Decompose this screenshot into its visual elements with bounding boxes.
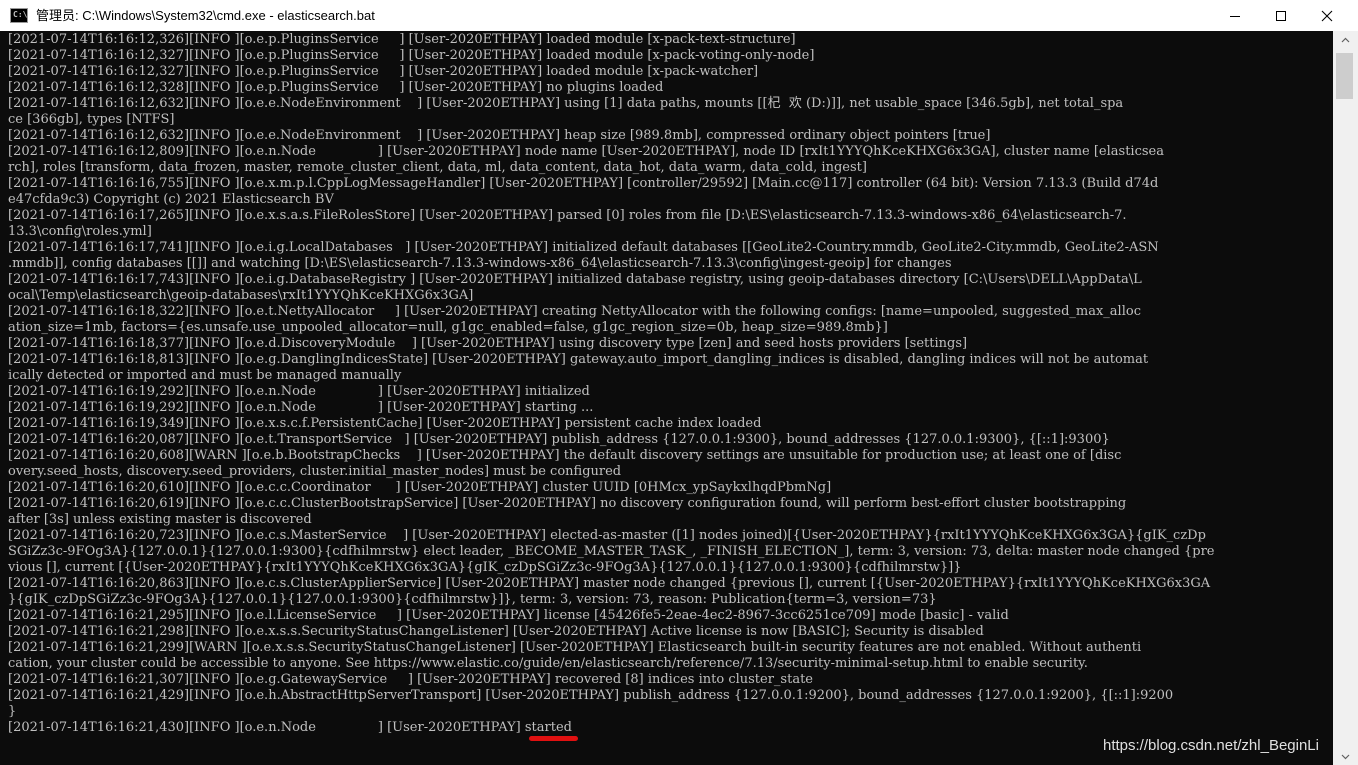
console-line: 13.3\config\roles.yml] [8,224,152,239]
console-line: [2021-07-14T16:16:12,327][INFO ][o.e.p.P… [8,64,759,79]
console-line: [2021-07-14T16:16:18,322][INFO ][o.e.t.N… [8,304,1141,319]
console-line: SGiZz3c-9FOg3A}{127.0.0.1}{127.0.0.1:930… [8,544,1215,559]
console-line: [2021-07-14T16:16:21,429][INFO ][o.e.h.A… [8,688,1174,703]
console-line: [2021-07-14T16:16:19,349][INFO ][o.e.x.s… [8,416,762,431]
chevron-down-icon [1341,754,1350,759]
console-line: ically detected or imported and must be … [8,368,402,383]
console-line: [2021-07-14T16:16:21,307][INFO ][o.e.g.G… [8,672,813,687]
maximize-button[interactable] [1258,0,1304,31]
cmd-app-icon[interactable]: C:\ [10,8,28,23]
chevron-up-icon [1341,37,1350,42]
console-line: [2021-07-14T16:16:21,295][INFO ][o.e.l.L… [8,608,1009,623]
console-line: [2021-07-14T16:16:19,292][INFO ][o.e.n.N… [8,384,590,399]
title-bar[interactable]: C:\ 管理员: C:\Windows\System32\cmd.exe - e… [0,0,1358,31]
console-line: [2021-07-14T16:16:17,741][INFO ][o.e.i.g… [8,240,1159,255]
console-line: [2021-07-14T16:16:18,813][INFO ][o.e.g.D… [8,352,1149,367]
console-line: cation, your cluster could be accessible… [8,656,1088,671]
console-line: ce [366gb], types [NTFS] [8,112,175,127]
console-line: vious [], current [{User-2020ETHPAY}{rxI… [8,560,962,575]
console-line-prefix: [2021-07-14T16:16:21,430][INFO ][o.e.n.N… [8,720,525,735]
console-line: } [8,704,17,719]
maximize-icon [1276,10,1286,21]
watermark: https://blog.csdn.net/zhl_BeginLi [1103,737,1319,754]
console-line: [2021-07-14T16:16:17,743][INFO ][o.e.i.g… [8,272,1142,287]
console-line: [2021-07-14T16:16:12,327][INFO ][o.e.p.P… [8,48,815,63]
close-button[interactable] [1304,0,1350,31]
console-line: [2021-07-14T16:16:20,619][INFO ][o.e.c.c… [8,496,1127,511]
console-line: ation_size=1mb, factors={es.unsafe.use_u… [8,320,888,335]
console-line: overy.seed_hosts, discovery.seed_provide… [8,464,622,479]
minimize-button[interactable] [1212,0,1258,31]
console-line: ocal\Temp\elasticsearch\geoip-databases\… [8,288,474,303]
vertical-scrollbar[interactable] [1333,31,1358,765]
console-line: [2021-07-14T16:16:20,863][INFO ][o.e.c.s… [8,576,1211,591]
console-line: [2021-07-14T16:16:12,809][INFO ][o.e.n.N… [8,144,1164,159]
console-line: [2021-07-14T16:16:20,087][INFO ][o.e.t.T… [8,432,1110,447]
scroll-up-button[interactable] [1333,31,1358,48]
scrollbar-thumb[interactable] [1336,53,1353,99]
console-line: [2021-07-14T16:16:20,608][WARN ][o.e.b.B… [8,448,1122,463]
console-line: [2021-07-14T16:16:12,328][INFO ][o.e.p.P… [8,80,664,95]
window-title: 管理员: C:\Windows\System32\cmd.exe - elast… [36,8,375,23]
console-line: }{gIK_czDpSGiZz3c-9FOg3A}{127.0.0.1}{127… [8,592,937,607]
console-line: .mmdb]], config databases [[]] and watch… [8,256,952,271]
console-line: [2021-07-14T16:16:19,292][INFO ][o.e.n.N… [8,400,594,415]
console-line: [2021-07-14T16:16:17,265][INFO ][o.e.x.s… [8,208,1127,223]
console-line: e47cfda9c3) Copyright (c) 2021 Elasticse… [8,192,334,207]
scroll-down-button[interactable] [1333,748,1358,765]
console-lines: [2021-07-14T16:16:12,326][INFO ][o.e.p.P… [8,32,1215,741]
minimize-icon [1230,15,1240,17]
console-line: [2021-07-14T16:16:21,299][WARN ][o.e.x.s… [8,640,1142,655]
console-line: after [3s] unless existing master is dis… [8,512,312,527]
console-line: [2021-07-14T16:16:16,755][INFO ][o.e.x.m… [8,176,1159,191]
console-line: [2021-07-14T16:16:20,723][INFO ][o.e.c.s… [8,528,1206,543]
close-icon [1321,10,1333,21]
console-line: rch], roles [transform, data_frozen, mas… [8,160,867,175]
console-line: [2021-07-14T16:16:20,610][INFO ][o.e.c.c… [8,480,832,495]
console-output[interactable]: [2021-07-14T16:16:12,326][INFO ][o.e.p.P… [0,31,1333,765]
console-line-started: [2021-07-14T16:16:21,430][INFO ][o.e.n.N… [8,720,1215,741]
console-line: [2021-07-14T16:16:18,377][INFO ][o.e.d.D… [8,336,968,351]
console-line: [2021-07-14T16:16:12,632][INFO ][o.e.e.N… [8,128,991,143]
console-line: [2021-07-14T16:16:21,298][INFO ][o.e.x.s… [8,624,984,639]
started-status-text: started [525,720,578,741]
console-line: [2021-07-14T16:16:12,632][INFO ][o.e.e.N… [8,96,1124,111]
red-underline-annotation [528,736,578,741]
console-line: [2021-07-14T16:16:12,326][INFO ][o.e.p.P… [8,32,796,47]
